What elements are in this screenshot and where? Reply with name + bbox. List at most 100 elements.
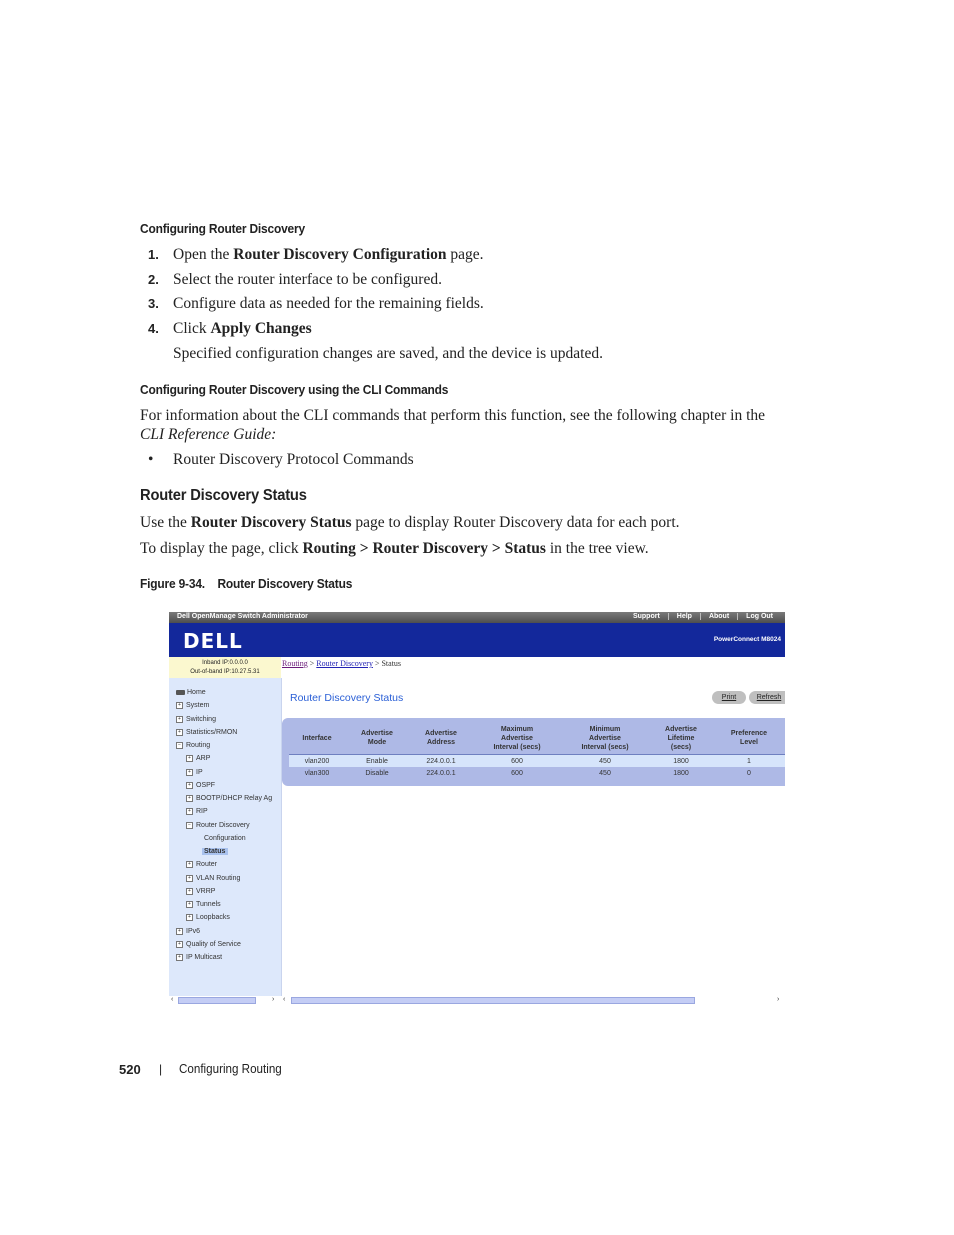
tree-item-label: BOOTP/DHCP Relay Ag (196, 795, 273, 802)
refresh-button[interactable]: Refresh (749, 691, 785, 704)
expand-icon[interactable]: + (176, 702, 183, 710)
column-header-line: (secs) (670, 743, 692, 751)
section-heading-status: Router Discovery Status (140, 487, 307, 504)
tree-item-ip-multicast[interactable]: + IP Multicast (176, 954, 222, 961)
expand-icon[interactable]: + (176, 954, 183, 961)
tree-item-arp[interactable]: + ARP (186, 755, 210, 763)
breadcrumb-routing[interactable]: Routing (282, 659, 308, 668)
text: in the tree view. (545, 540, 649, 557)
expand-icon[interactable]: + (186, 914, 193, 922)
tree-item-vrrp[interactable]: + VRRP (186, 887, 215, 895)
bold-term: Apply Changes (210, 320, 312, 337)
expand-icon[interactable]: + (176, 715, 183, 723)
app-top-bar: Dell OpenManage Switch Administrator Sup… (169, 612, 785, 623)
expand-icon[interactable]: + (186, 795, 193, 802)
text: Use the (140, 514, 191, 531)
column-header: Advertise Address (409, 722, 473, 755)
section-heading-configuring: Configuring Router Discovery (140, 221, 305, 236)
figure-caption: Figure 9-34. Router Discovery Status (140, 576, 353, 591)
tree-item-tunnels[interactable]: + Tunnels (186, 901, 221, 908)
tree-item-rip[interactable]: + RIP (186, 808, 208, 816)
scroll-left-arrow-icon[interactable]: ‹ (283, 996, 285, 1003)
support-link[interactable]: Support (625, 613, 668, 620)
breadcrumb-router-discovery[interactable]: Router Discovery (316, 659, 373, 668)
tree-item-configuration[interactable]: Configuration (204, 835, 246, 842)
column-header-line: Advertise (425, 730, 457, 737)
column-header-line: Advertise (589, 734, 621, 742)
table-cell: Disable (365, 769, 389, 777)
tree-item-label: IPv6 (186, 927, 201, 935)
tree-item-statistics-rmon[interactable]: + Statistics/RMON (176, 728, 237, 736)
tree-item-loopbacks[interactable]: + Loopbacks (186, 914, 230, 922)
scroll-right-arrow-icon[interactable]: › (272, 996, 274, 1003)
table-cell: 600 (511, 769, 523, 777)
status-table-panel: Interface Advertise Mode Advertise Address Ma… (282, 718, 785, 786)
bold-term: Router Discovery (372, 540, 488, 557)
column-header-line: Level (740, 739, 758, 746)
column-header-line: Interface (302, 734, 332, 742)
page-title: Router Discovery Status (290, 692, 404, 704)
expand-icon[interactable]: + (176, 927, 183, 935)
expand-icon[interactable]: + (176, 940, 183, 948)
tree-item-ospf[interactable]: + OSPF (186, 781, 215, 789)
step-text: Configure data as needed for the remaini… (173, 294, 484, 313)
status-paragraph: Use the Router Discovery Status page to … (140, 513, 680, 532)
tree-item-router-discovery[interactable]: − Router Discovery (186, 821, 250, 829)
scrollbar-thumb[interactable] (178, 997, 256, 1004)
dell-logo: DELL (183, 629, 243, 653)
top-links: Support Help About Log Out (625, 613, 781, 620)
table-cell: 224.0.0.1 (409, 754, 473, 767)
product-name: PowerConnect M8024 (713, 636, 781, 643)
tree-item-routing[interactable]: − Routing (176, 742, 210, 749)
table-header-row: Interface Advertise Mode Advertise Address Ma… (289, 722, 785, 755)
step-number: 1. (148, 247, 159, 262)
help-link[interactable]: Help (667, 613, 700, 620)
tree-horizontal-scrollbar[interactable]: ‹ › (169, 996, 282, 1005)
table-row[interactable]: vlan200 Enable 224.0.0.1 600 450 1800 1 (289, 754, 785, 767)
tree-item-home[interactable]: Home (176, 689, 206, 696)
scroll-right-arrow-icon[interactable]: › (777, 996, 779, 1003)
app-title: Dell OpenManage Switch Administrator (177, 613, 308, 620)
expand-icon[interactable]: + (186, 755, 193, 763)
scroll-left-arrow-icon[interactable]: ‹ (171, 996, 173, 1003)
tree-item-switching[interactable]: + Switching (176, 715, 216, 723)
scrollbar-thumb[interactable] (291, 997, 695, 1004)
table-cell: Enable (345, 754, 409, 767)
expand-icon[interactable]: + (176, 728, 183, 736)
tree-item-vlan-routing[interactable]: + VLAN Routing (186, 874, 241, 882)
tree-item-label: RIP (196, 808, 208, 816)
tree-item-label: VLAN Routing (196, 874, 241, 882)
expand-icon[interactable]: + (186, 781, 193, 789)
table-row[interactable]: vlan300 Disable 224.0.0.1 600 450 1800 0 (289, 767, 785, 779)
expand-icon[interactable]: + (186, 874, 193, 882)
tree-item-ip[interactable]: + IP (186, 768, 203, 776)
about-link[interactable]: About (699, 613, 737, 620)
tree-item-label: Loopbacks (196, 914, 230, 922)
collapse-icon[interactable]: − (176, 742, 183, 749)
tree-item-status[interactable]: Status (202, 848, 229, 855)
print-button[interactable]: Print (712, 691, 746, 704)
text: Open the (173, 246, 234, 263)
expand-icon[interactable]: + (186, 861, 193, 869)
tree-item-label: Router (196, 861, 218, 869)
expand-icon[interactable]: + (186, 887, 193, 895)
tree-item-router[interactable]: + Router (186, 861, 218, 869)
tree-item-label: Home (187, 689, 206, 696)
logout-link[interactable]: Log Out (737, 613, 781, 620)
tree-item-quality-of-service[interactable]: + Quality of Service (176, 940, 241, 948)
bold-term: Router Discovery Configuration (233, 246, 447, 263)
column-header-line: Mode (367, 739, 387, 746)
cli-guide-reference: CLI Reference Guide: (140, 425, 276, 444)
tree-item-system[interactable]: + System (176, 702, 209, 710)
main-horizontal-scrollbar[interactable]: ‹ › (282, 996, 785, 1005)
tree-item-ipv6[interactable]: + IPv6 (176, 927, 201, 935)
bold-term: Router Discovery Status (190, 514, 352, 531)
inband-ip: Inband IP:0.0.0.0 (202, 660, 248, 666)
tree-item-bootp-dhcp-relay-ag[interactable]: + BOOTP/DHCP Relay Ag (186, 795, 272, 802)
column-header-line: Minimum (589, 725, 621, 733)
expand-icon[interactable]: + (186, 808, 193, 816)
breadcrumb: Routing > Router Discovery > Status (282, 659, 401, 668)
collapse-icon[interactable]: − (186, 821, 193, 829)
expand-icon[interactable]: + (186, 901, 193, 908)
expand-icon[interactable]: + (186, 768, 193, 776)
